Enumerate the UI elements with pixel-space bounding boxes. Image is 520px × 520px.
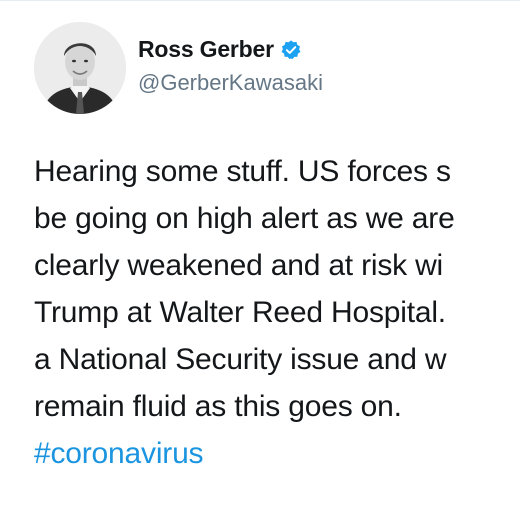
avatar[interactable]	[34, 22, 126, 114]
tweet-text-line: remain fluid as this goes on.	[34, 390, 402, 423]
tweet-text: Hearing some stuff. US forces s be going…	[34, 148, 520, 477]
tweet-text-line: Hearing some stuff. US forces s	[34, 155, 451, 188]
profile-photo	[34, 22, 126, 114]
tweet-text-line: Trump at Walter Reed Hospital.	[34, 296, 446, 329]
tweet-text-line: clearly weakened and at risk wi	[34, 249, 443, 282]
tweet-text-line: be going on high alert as we are	[34, 202, 455, 235]
top-divider	[0, 0, 520, 1]
tweet-text-line: a National Security issue and w	[34, 343, 447, 376]
author-handle[interactable]: @GerberKawasaki	[138, 70, 323, 96]
verified-badge-icon	[280, 39, 302, 61]
author-display-name[interactable]: Ross Gerber	[138, 36, 274, 63]
author-name-row: Ross Gerber	[138, 36, 302, 63]
hashtag-link[interactable]: #coronavirus	[34, 430, 520, 477]
